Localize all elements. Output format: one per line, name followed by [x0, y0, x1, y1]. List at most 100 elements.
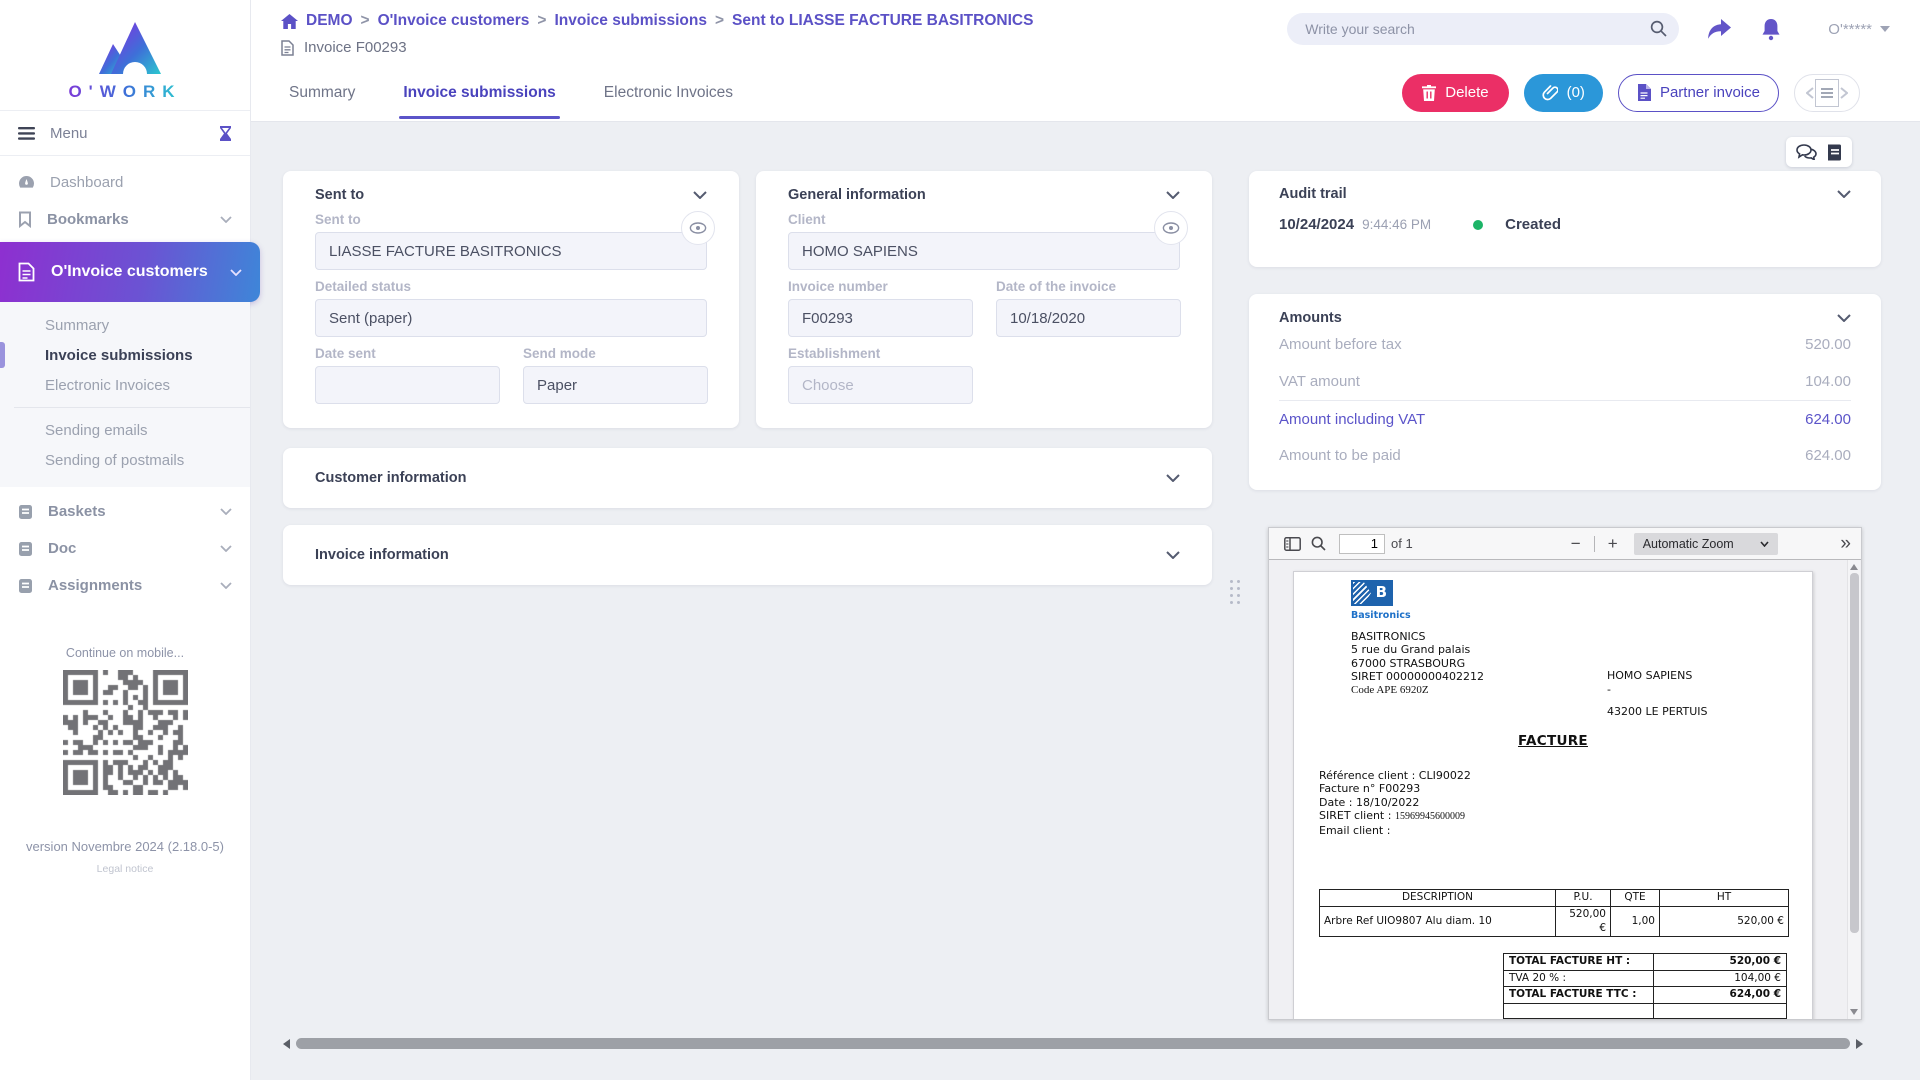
scroll-up-icon[interactable]: [1850, 564, 1858, 570]
pdf-page-count: of 1: [1391, 536, 1413, 551]
delete-button[interactable]: Delete: [1402, 74, 1508, 112]
record-pager[interactable]: [1794, 74, 1860, 112]
amount-value: 624.00: [1805, 411, 1851, 428]
supplier-name: BASITRONICS: [1351, 630, 1787, 644]
breadcrumb-demo[interactable]: DEMO: [306, 12, 353, 30]
customer-information-panel[interactable]: Customer information: [283, 448, 1212, 508]
invoice-date-input[interactable]: [996, 299, 1181, 337]
submenu-item-summary[interactable]: Summary: [0, 310, 250, 340]
notifications-button[interactable]: [1760, 18, 1782, 41]
audit-entry: 10/24/2024 9:44:46 PM Created: [1279, 216, 1851, 233]
chevron-down-icon[interactable]: [1166, 191, 1180, 199]
pdf-more-tools-button[interactable]: »: [1840, 534, 1851, 553]
scroll-right-icon[interactable]: [1856, 1039, 1863, 1049]
submenu-item-electronic-invoices[interactable]: Electronic Invoices: [0, 370, 250, 400]
user-menu[interactable]: O'*****: [1828, 21, 1890, 38]
chevron-right-icon[interactable]: [1840, 87, 1848, 99]
sidebar-item-bookmarks[interactable]: Bookmarks: [0, 201, 250, 238]
scrollbar-thumb[interactable]: [296, 1038, 1850, 1049]
hourglass-icon[interactable]: [219, 126, 232, 141]
sidebar-item-dashboard[interactable]: Dashboard: [0, 164, 250, 201]
sidebar-item-doc[interactable]: Doc: [0, 530, 250, 567]
pdf-zoom-value: Automatic Zoom: [1643, 537, 1734, 551]
search-icon: [1311, 536, 1326, 551]
zoom-in-button[interactable]: +: [1600, 532, 1626, 556]
sidebar-item-oinvoice-customers[interactable]: O'Invoice customers: [0, 242, 260, 302]
chevron-down-icon: [220, 216, 232, 223]
tab-summary[interactable]: Summary: [265, 64, 379, 122]
sidebar-item-label: O'Invoice customers: [51, 263, 208, 281]
submenu-item-invoice-submissions[interactable]: Invoice submissions: [0, 340, 250, 370]
field-label: Detailed status: [315, 279, 707, 294]
amount-row: Amount before tax 520.00: [1279, 326, 1851, 363]
pdf-document-area[interactable]: B Basitronics BASITRONICS 5 rue du Grand…: [1269, 560, 1861, 1019]
status-dot-icon: [1473, 220, 1483, 230]
global-search: [1287, 13, 1679, 45]
chevron-down-icon: [1166, 551, 1180, 559]
breadcrumb-oinvoice-customers[interactable]: O'Invoice customers: [378, 12, 530, 30]
attachments-button[interactable]: (0): [1524, 74, 1603, 112]
invoice-doc-icon: [18, 262, 35, 282]
sidebar-item-baskets[interactable]: Baskets: [0, 493, 250, 530]
chevron-left-icon[interactable]: [1806, 87, 1814, 99]
main-area: DEMO > O'Invoice customers > Invoice sub…: [251, 0, 1920, 1080]
client-city: 43200 LE PERTUIS: [1607, 705, 1708, 719]
supplier-city: 67000 STRASBOURG: [1351, 657, 1787, 671]
sent-to-input[interactable]: [315, 232, 707, 270]
chevron-down-icon: [1760, 541, 1769, 547]
zoom-out-button[interactable]: −: [1563, 532, 1589, 556]
amount-row: VAT amount 104.00: [1279, 363, 1851, 400]
record-list-icon[interactable]: [1815, 79, 1839, 107]
audit-trail-panel: Audit trail 10/24/2024 9:44:46 PM Create…: [1249, 171, 1881, 267]
amount-label: Amount to be paid: [1279, 447, 1401, 464]
view-record-button[interactable]: [681, 211, 715, 245]
version-text: version Novembre 2024 (2.18.0-5): [0, 839, 250, 854]
app-root: O'WORK Menu Dashboard Bookmarks O'Invoic…: [0, 0, 1920, 1080]
chevron-down-icon[interactable]: [693, 191, 707, 199]
sidebar-menu-toggle[interactable]: Menu: [0, 110, 250, 156]
chevron-down-icon: [220, 582, 232, 589]
submenu-item-sending-emails[interactable]: Sending emails: [0, 415, 250, 445]
submenu-item-sending-postmails[interactable]: Sending of postmails: [0, 445, 250, 475]
pdf-file-icon: [1637, 84, 1651, 101]
establishment-input[interactable]: [788, 366, 973, 404]
search-icon[interactable]: [1650, 20, 1667, 37]
pdf-viewer: of 1 − + Automatic Zoom »: [1268, 527, 1862, 1020]
panel-title: Amounts: [1279, 310, 1342, 326]
scrollbar-thumb[interactable]: [1850, 573, 1859, 933]
breadcrumb-invoice-submissions[interactable]: Invoice submissions: [554, 12, 706, 30]
notebook-icon[interactable]: [1827, 144, 1842, 161]
date-sent-input[interactable]: [315, 366, 500, 404]
horizontal-scrollbar[interactable]: [283, 1037, 1863, 1050]
amount-value: 520.00: [1805, 336, 1851, 353]
share-button[interactable]: [1707, 19, 1732, 40]
pdf-sidebar-toggle-button[interactable]: [1279, 532, 1305, 556]
comments-icon[interactable]: [1796, 144, 1817, 160]
column-resize-handle[interactable]: [1230, 580, 1240, 604]
breadcrumb-current[interactable]: Sent to LIASSE FACTURE BASITRONICS: [732, 12, 1033, 30]
detailed-status-input[interactable]: [315, 299, 707, 337]
pdf-page-input[interactable]: [1339, 534, 1385, 554]
invoice-information-panel[interactable]: Invoice information: [283, 525, 1212, 585]
view-client-button[interactable]: [1154, 211, 1188, 245]
legal-notice-link[interactable]: Legal notice: [0, 863, 250, 875]
partner-invoice-button[interactable]: Partner invoice: [1618, 74, 1779, 112]
send-mode-input[interactable]: [523, 366, 708, 404]
home-icon[interactable]: [281, 14, 298, 29]
tab-invoice-submissions[interactable]: Invoice submissions: [379, 64, 579, 122]
chevron-down-icon[interactable]: [1837, 190, 1851, 198]
client-input[interactable]: [788, 232, 1180, 270]
invoice-title: FACTURE: [1319, 735, 1787, 749]
invoice-number-input[interactable]: [788, 299, 973, 337]
pdf-scrollbar[interactable]: [1847, 560, 1860, 1019]
pdf-search-button[interactable]: [1305, 532, 1331, 556]
tab-electronic-invoices[interactable]: Electronic Invoices: [580, 64, 757, 122]
hamburger-icon: [18, 127, 35, 140]
supplier-siret: SIRET 00000000402212: [1351, 670, 1787, 684]
sidebar-item-assignments[interactable]: Assignments: [0, 567, 250, 604]
scroll-left-icon[interactable]: [283, 1039, 290, 1049]
chevron-down-icon[interactable]: [1837, 314, 1851, 322]
pdf-zoom-select[interactable]: Automatic Zoom: [1634, 533, 1778, 555]
scroll-down-icon[interactable]: [1850, 1009, 1858, 1015]
search-input[interactable]: [1287, 13, 1679, 45]
